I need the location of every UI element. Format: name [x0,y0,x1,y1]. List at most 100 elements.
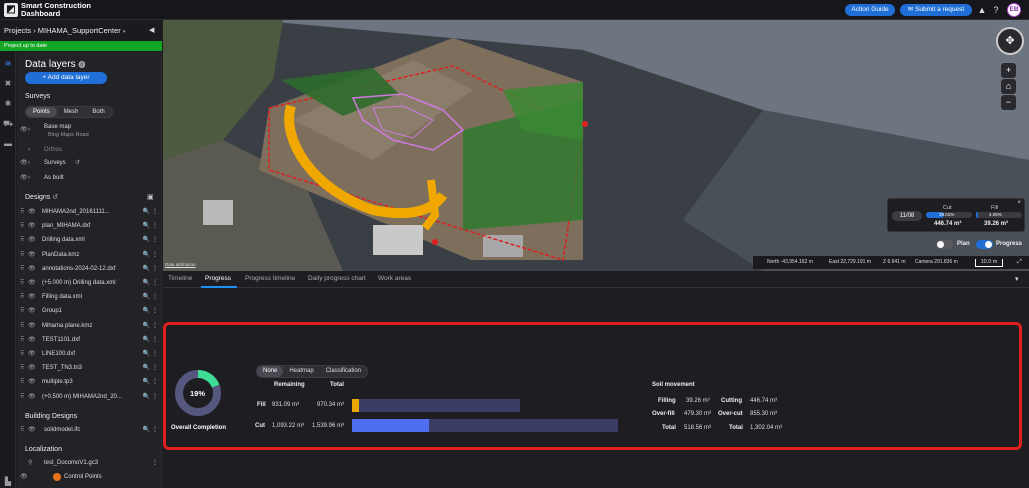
eye-icon[interactable]: 👁 [28,220,36,232]
eye-icon[interactable]: 👁 [20,157,28,169]
history-icon[interactable]: ↺ [75,157,80,169]
survey-mode-mesh[interactable]: Mesh [57,107,86,117]
drag-handle-icon[interactable]: ⠿ [20,362,28,374]
submit-request-button[interactable]: ✉ Submit a request [900,4,972,16]
close-icon[interactable]: × [1017,200,1021,206]
drag-handle-icon[interactable]: ⠿ [20,220,28,232]
eye-icon[interactable]: 👁 [28,305,36,317]
eye-icon[interactable]: 👁 [28,376,36,388]
zoom-to-icon[interactable]: 🔍 ⋮ [143,320,158,332]
add-data-layer-button[interactable]: + Add data layer [25,72,107,84]
design-item[interactable]: ⠿ 👁 (+5.000 m) Drilling data.xml 🔍 ⋮ [20,277,160,289]
drag-handle-icon[interactable]: ⠿ [20,320,28,332]
design-item[interactable]: ⠿ 👁 Mihama plane.kmz 🔍 ⋮ [20,320,160,332]
tab-work-areas[interactable]: Work areas [378,275,411,282]
zoom-to-icon[interactable]: 🔍 ⋮ [143,348,158,360]
zoom-to-icon[interactable]: 🔍 ⋮ [143,362,158,374]
zoom-to-icon[interactable]: 🔍 ⋮ [143,291,158,303]
map-view[interactable]: Data attribution ✥ + ⌂ − [163,20,1029,271]
compass-icon[interactable]: ✥ [996,27,1024,55]
eye-icon[interactable]: 👁 [28,277,36,289]
drag-handle-icon[interactable]: ⠿ [20,249,28,261]
bell-icon[interactable]: ▲ [976,4,988,16]
collapse-panel-icon[interactable]: ◀ [149,26,154,34]
drag-handle-icon[interactable]: ⠿ [20,277,28,289]
zoom-to-icon[interactable]: 🔍 ⋮ [143,424,158,436]
drag-handle-icon[interactable]: ⠿ [20,391,28,403]
zoom-to-icon[interactable]: 🔍 ⋮ [143,277,158,289]
chevron-right-icon[interactable]: › [28,157,36,169]
layer-localization[interactable]: ⚲ test_DocomoV1.gc3 ⋮ [20,457,160,469]
eye-icon[interactable]: 👁 [28,320,36,332]
fullscreen-icon[interactable]: ⤢ [1017,256,1022,269]
eye-icon[interactable]: 👁 [20,172,28,184]
info-icon[interactable]: ⓿ [78,62,85,69]
tab-timeline[interactable]: Timeline [168,275,192,282]
zoom-to-icon[interactable]: 🔍 ⋮ [143,376,158,388]
machine-icon[interactable]: ⛟ [2,118,14,130]
design-item[interactable]: ⠿ 👁 TEST1101.dxf 🔍 ⋮ [20,334,160,346]
zoom-to-icon[interactable]: 🔍 ⋮ [143,305,158,317]
zoom-in-button[interactable]: + [1001,63,1016,78]
layer-orthos[interactable]: › Orthos [20,144,160,156]
survey-mode-both[interactable]: Both [85,107,111,117]
avatar[interactable]: EB [1007,3,1021,17]
design-item[interactable]: ⠿ 👁 (+0.500 m) MIHAMA2nd_20... 🔍 ⋮ [20,391,160,403]
layer-solidmodel[interactable]: ⠿ 👁 solidmodel.ifc 🔍 ⋮ [20,424,160,436]
layer-base-map[interactable]: 👁› Base map Bing Maps Road [20,124,160,142]
data-attribution-link[interactable]: Data attribution [165,262,196,267]
survey-mode-points[interactable]: Points [26,107,57,117]
report-icon[interactable]: ▙ [2,476,14,488]
design-item[interactable]: ⠿ 👁 Drilling data.xml 🔍 ⋮ [20,234,160,246]
zoom-to-icon[interactable]: 🔍 ⋮ [143,263,158,275]
breadcrumb-projects[interactable]: Projects [4,26,31,35]
design-item[interactable]: ⠿ 👁 LINE100.dxf 🔍 ⋮ [20,348,160,360]
layers-icon[interactable]: ≋ [2,58,14,70]
chevron-right-icon[interactable]: › [28,144,36,156]
chevron-right-icon[interactable]: › [28,124,36,136]
zoom-to-icon[interactable]: 🔍 ⋮ [143,249,158,261]
gear-icon[interactable]: ✱ [2,98,14,110]
design-item[interactable]: ⠿ 👁 plan_MIHAMA.dxf 🔍 ⋮ [20,220,160,232]
zoom-to-icon[interactable]: 🔍 ⋮ [143,391,158,403]
history-icon[interactable]: ↺ [52,194,58,201]
chevron-down-icon[interactable]: ▾ [123,29,126,35]
eye-icon[interactable]: 👁 [28,362,36,374]
drag-handle-icon[interactable]: ⠿ [20,234,28,246]
add-folder-icon[interactable]: ▣ [147,193,154,201]
layer-control-points[interactable]: 👁 Control Points [20,471,160,483]
project-name[interactable]: MIHAMA_SupportCenter [38,26,121,35]
design-item[interactable]: ⠿ 👁 multiple.tp3 🔍 ⋮ [20,376,160,388]
layer-surveys[interactable]: 👁› Surveys ↺ [20,157,160,169]
eye-icon[interactable]: 👁 [28,249,36,261]
drag-handle-icon[interactable]: ⠿ [20,305,28,317]
eye-icon[interactable]: 👁 [28,291,36,303]
drag-handle-icon[interactable]: ⠿ [20,424,28,436]
progress-toggle[interactable] [976,240,993,249]
drag-handle-icon[interactable]: ⠿ [20,206,28,218]
eye-icon[interactable]: 👁 [28,424,36,436]
folder-icon[interactable]: ▬ [2,138,14,150]
plan-toggle[interactable] [936,240,953,249]
zoom-out-button[interactable]: − [1001,95,1016,110]
tools-icon[interactable]: ✖ [2,78,14,90]
drag-handle-icon[interactable]: ⠿ [20,263,28,275]
design-item[interactable]: ⠿ 👁 PlanData.kmz 🔍 ⋮ [20,249,160,261]
zoom-to-icon[interactable]: 🔍 ⋮ [143,206,158,218]
tab-progress-timeline[interactable]: Progress timeline [245,275,295,282]
help-icon[interactable]: ? [990,4,1002,16]
design-item[interactable]: ⠿ 👁 Group1 🔍 ⋮ [20,305,160,317]
collapse-tabs-icon[interactable]: ▾ [1015,275,1019,283]
eye-icon[interactable]: 👁 [28,234,36,246]
drag-handle-icon[interactable]: ⠿ [20,291,28,303]
eye-icon[interactable]: 👁 [28,334,36,346]
design-item[interactable]: ⠿ 👁 Filling data.xml 🔍 ⋮ [20,291,160,303]
zoom-to-icon[interactable]: 🔍 ⋮ [143,220,158,232]
home-icon[interactable]: ⌂ [1001,79,1016,94]
eye-icon[interactable]: 👁 [28,348,36,360]
eye-icon[interactable]: 👁 [28,391,36,403]
tab-daily-progress-chart[interactable]: Daily progress chart [308,275,366,282]
design-item[interactable]: ⠿ 👁 TEST_TN3.tn3 🔍 ⋮ [20,362,160,374]
date-chip[interactable]: 11/08 [892,211,922,221]
chevron-right-icon[interactable]: › [28,172,36,184]
